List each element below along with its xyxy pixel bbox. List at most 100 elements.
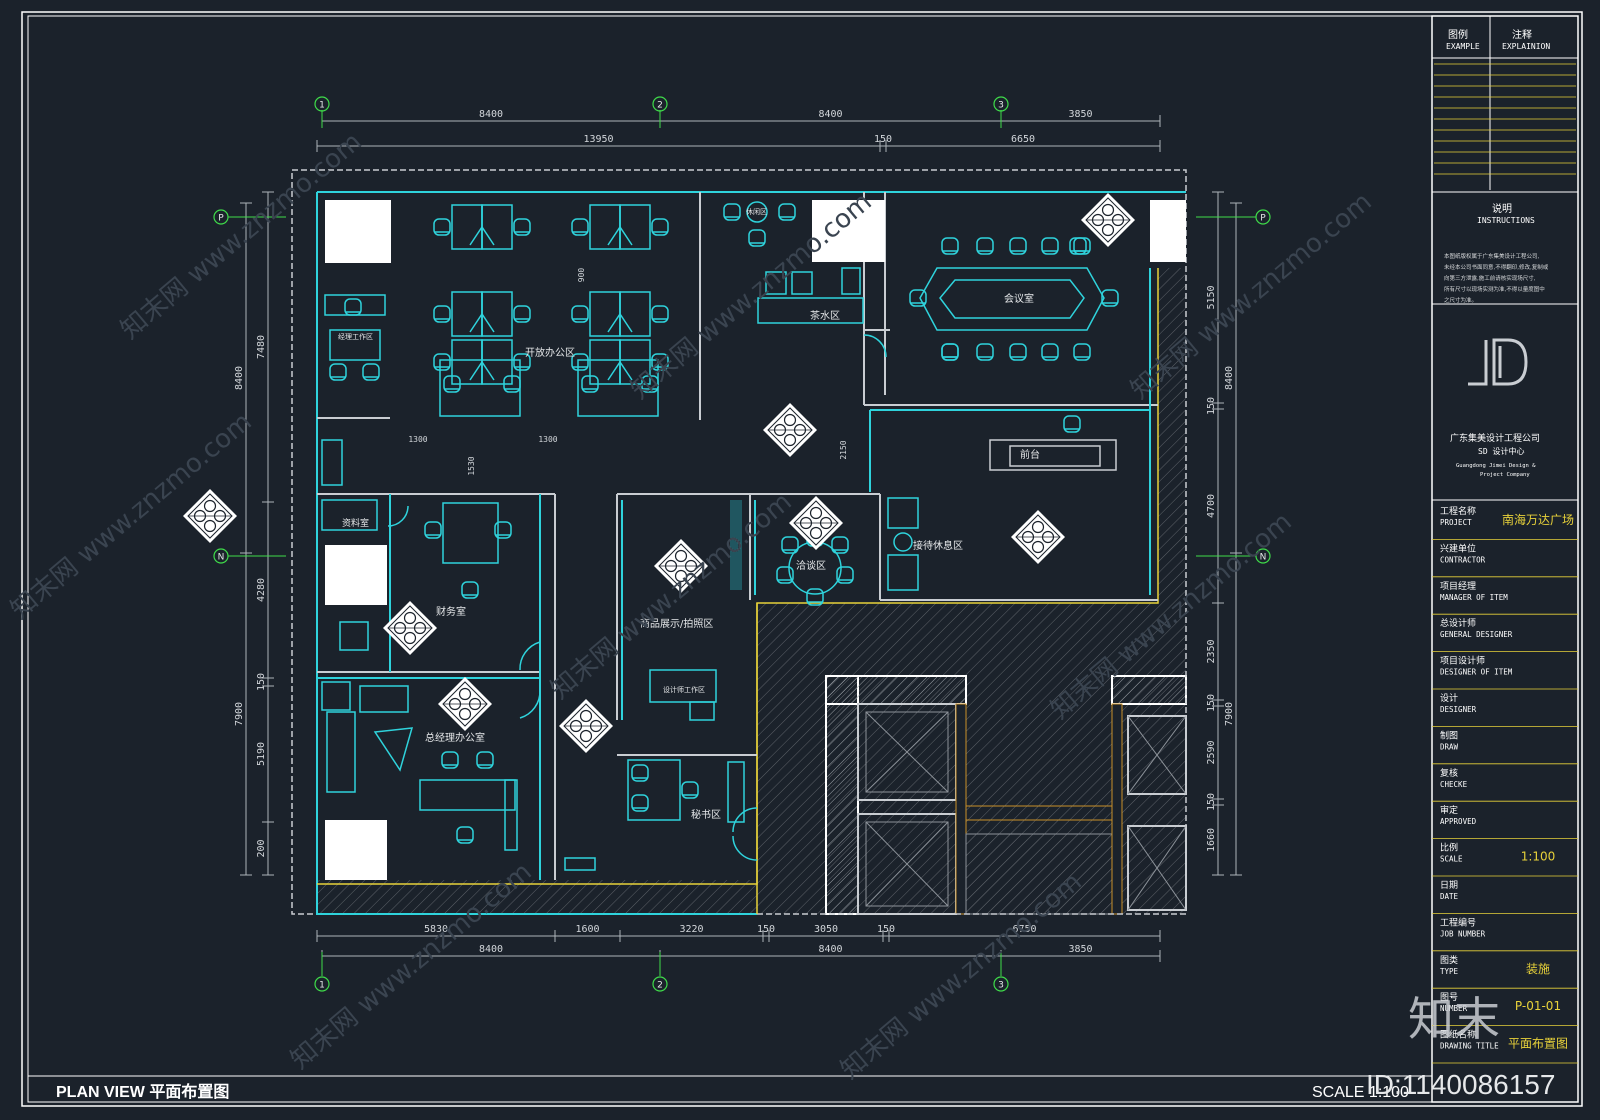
dimension-label: 8400 <box>479 109 503 120</box>
room-gm-office: 总经理办公室 <box>425 731 485 744</box>
ceiling-light-symbol <box>383 601 437 655</box>
desk <box>451 339 483 385</box>
room-rest-area: 休闲区 <box>746 207 767 216</box>
title-block-row-en: APPROVED <box>1440 817 1477 826</box>
title-block-row-en: DESIGNER <box>1440 705 1477 714</box>
notes-en: EXPLAINION <box>1502 42 1550 51</box>
dimension-label: 8400 <box>818 109 842 120</box>
axis-bubble-P: P <box>213 209 229 225</box>
desk <box>619 204 651 250</box>
sheet-frame <box>21 11 1583 1107</box>
room-waiting-lounge: 接待休息区 <box>913 539 963 552</box>
title-block: 图例 EXAMPLE 注释 EXPLAINION 说明 INSTRUCTIONS… <box>1431 15 1579 1103</box>
legend-cn: 图例 <box>1448 28 1468 41</box>
ceiling-light-symbol <box>1081 193 1135 247</box>
company-logo <box>1468 338 1528 386</box>
dimension-label: 2150 <box>839 440 848 459</box>
axis-bubble-2: 2 <box>652 96 668 112</box>
dimension-label: 4280 <box>256 578 267 602</box>
ceiling-light-symbol <box>559 699 613 753</box>
axis-bubble-2: 2 <box>652 976 668 992</box>
lounge-chair <box>373 727 414 772</box>
axis-label: 3 <box>998 101 1004 111</box>
title-block-row-en: CONTRACTOR <box>1440 555 1486 564</box>
desk <box>481 204 513 250</box>
title-block-row-cn: 制图 <box>1440 729 1458 741</box>
axis-label: P <box>1260 214 1266 224</box>
desk <box>887 554 919 591</box>
title-block-row-cn: 工程编号 <box>1440 916 1476 928</box>
instructions-cn: 说明 <box>1492 202 1512 215</box>
dimension-label: 6650 <box>1011 134 1035 145</box>
desk <box>619 291 651 337</box>
desk <box>359 685 409 713</box>
dimension-label: 150 <box>1206 694 1217 712</box>
dimension-label: 2350 <box>1206 639 1217 663</box>
axis-label: 3 <box>998 981 1004 991</box>
axis-bubble-3: 3 <box>993 976 1009 992</box>
title-block-row-value: 平面布置图 <box>1508 1037 1568 1051</box>
ceiling-light-symbol <box>763 403 817 457</box>
dimension-label: 1660 <box>1206 828 1217 852</box>
dimension-label: 7480 <box>256 335 267 359</box>
axis-label: 2 <box>657 981 663 991</box>
door-swing <box>519 641 541 671</box>
desk <box>564 857 596 871</box>
instruction-line: 未经本公司书面同意,不得翻印,修改,复制或 <box>1444 263 1549 271</box>
axis-bubble-N: N <box>213 548 229 564</box>
dimension-label: 1530 <box>467 456 476 475</box>
dimension-label: 150 <box>874 134 892 145</box>
dimension-label: 5190 <box>256 742 267 766</box>
instruction-line: 之尺寸为准。 <box>1444 296 1477 304</box>
reception-counter <box>989 439 1117 471</box>
dimension-label: 2590 <box>1206 740 1217 764</box>
watermark-logo: 知末 <box>1408 992 1500 1046</box>
dimension-label: 150 <box>1206 397 1217 415</box>
desk <box>339 621 369 651</box>
ceiling-light-symbol <box>438 677 492 731</box>
title-block-row-cn: 比例 <box>1440 842 1458 854</box>
title-block-row-cn: 复核 <box>1440 767 1458 779</box>
title-block-row-en: MANAGER OF ITEM <box>1440 593 1508 602</box>
title-block-row-cn: 兴建单位 <box>1440 542 1476 554</box>
dimension-label: 150 <box>877 924 895 935</box>
desk <box>481 339 513 385</box>
title-block-row-value: 装施 <box>1526 962 1550 976</box>
title-block-row-en: DRAW <box>1440 742 1459 751</box>
title-block-row-cn: 设计 <box>1440 692 1458 704</box>
dimension-label: 7900 <box>1224 702 1235 726</box>
dimension-label: 8400 <box>479 944 503 955</box>
company-center: SD 设计中心 <box>1478 446 1524 456</box>
axis-bubble-3: 3 <box>993 96 1009 112</box>
desk <box>887 497 919 529</box>
title-block-row-en: SCALE <box>1440 855 1463 864</box>
door-swing <box>863 334 887 358</box>
dimension-label: 3850 <box>1068 109 1092 120</box>
notes-cn: 注释 <box>1512 28 1532 41</box>
title-block-row-cn: 总设计师 <box>1440 617 1476 629</box>
ceiling-light-symbol <box>1011 510 1065 564</box>
dimension-label: 3050 <box>814 924 838 935</box>
room-archive: 资料室 <box>342 517 369 529</box>
title-block-row-en: PROJECT <box>1440 518 1472 527</box>
dimension-label: 1600 <box>575 924 599 935</box>
company-en2: Project Company <box>1480 472 1530 478</box>
room-manager-workroom: 经理工作区 <box>338 332 373 341</box>
desk <box>419 779 516 811</box>
title-block-row-en: GENERAL DESIGNER <box>1440 630 1513 639</box>
desk <box>589 291 621 337</box>
axis-bubble-P: P <box>1255 209 1271 225</box>
title-block-row-en: TYPE <box>1440 967 1459 976</box>
door-swing <box>732 807 758 833</box>
desk <box>841 267 861 295</box>
room-finance: 财务室 <box>436 605 466 618</box>
sheet-inner-frame <box>27 15 1579 1103</box>
company-cn: 广东集美设计工程公司 <box>1450 432 1540 444</box>
instructions-en: INSTRUCTIONS <box>1477 216 1535 225</box>
title-block-row-cn: 项目经理 <box>1440 580 1476 592</box>
instruction-line: 本图纸版权属于广东集美设计工程公司, <box>1444 252 1540 260</box>
watermark-id: ID:1140086157 <box>1366 1069 1555 1100</box>
dimension-label: 200 <box>256 839 267 857</box>
side-table <box>893 532 913 552</box>
title-block-row-en: CHECKE <box>1440 780 1468 789</box>
